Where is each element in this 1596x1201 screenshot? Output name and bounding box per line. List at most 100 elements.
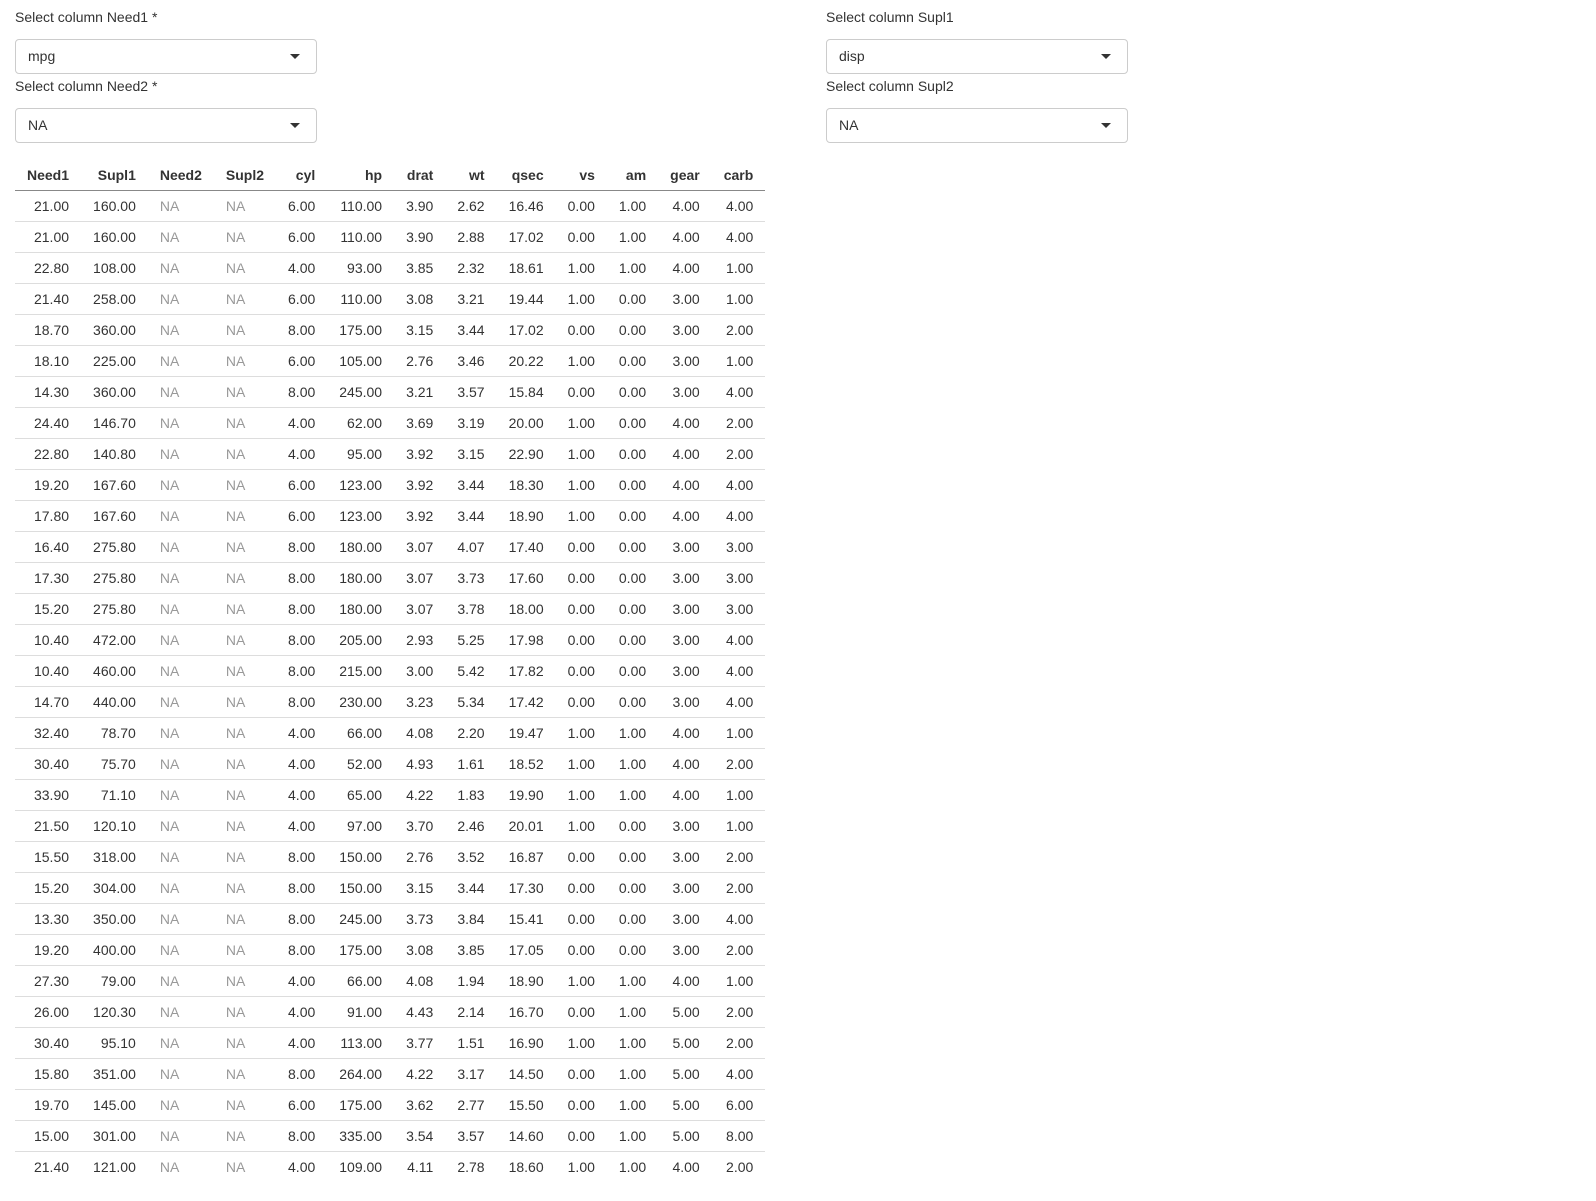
table-cell-wt: 3.44 xyxy=(445,500,497,532)
table-cell-hp: 335.00 xyxy=(327,1120,395,1152)
table-cell-cyl: 4.00 xyxy=(276,810,328,842)
table-cell-qsec: 18.61 xyxy=(496,252,556,284)
table-cell-vs: 0.00 xyxy=(555,593,607,625)
table-cell-need2: NA xyxy=(147,1058,214,1090)
table-cell-gear: 3.00 xyxy=(658,810,712,842)
table-cell-need1: 22.80 xyxy=(15,438,82,470)
table-cell-hp: 123.00 xyxy=(327,469,395,501)
table-cell-am: 0.00 xyxy=(606,903,659,935)
table-cell-gear: 3.00 xyxy=(658,593,712,625)
table-cell-hp: 205.00 xyxy=(327,624,395,656)
table-cell-gear: 3.00 xyxy=(658,283,712,315)
table-cell-need2: NA xyxy=(147,593,214,625)
table-cell-need2: NA xyxy=(147,810,214,842)
need1-select[interactable]: mpg xyxy=(15,39,317,74)
table-cell-wt: 3.15 xyxy=(445,438,497,470)
table-cell-supl1: 400.00 xyxy=(81,934,148,966)
table-cell-drat: 4.08 xyxy=(394,965,446,997)
table-cell-need1: 26.00 xyxy=(15,996,82,1028)
table-cell-carb: 1.00 xyxy=(711,965,766,997)
table-cell-wt: 3.19 xyxy=(445,407,497,439)
table-cell-carb: 3.00 xyxy=(711,562,766,594)
table-cell-carb: 4.00 xyxy=(711,624,766,656)
supl1-label: Select column Supl1 xyxy=(826,9,954,25)
table-cell-need2: NA xyxy=(147,345,214,377)
table-cell-carb: 1.00 xyxy=(711,779,766,811)
table-cell-supl1: 472.00 xyxy=(81,624,148,656)
table-cell-need1: 15.50 xyxy=(15,841,82,873)
table-cell-cyl: 6.00 xyxy=(276,500,328,532)
table-cell-carb: 2.00 xyxy=(711,996,766,1028)
table-cell-drat: 3.15 xyxy=(394,314,446,346)
table-cell-am: 1.00 xyxy=(606,717,659,749)
supl1-select[interactable]: disp xyxy=(826,39,1128,74)
table-cell-need1: 22.80 xyxy=(15,252,82,284)
table-cell-cyl: 8.00 xyxy=(276,872,328,904)
table-cell-supl2: NA xyxy=(213,407,277,439)
need2-select[interactable]: NA xyxy=(15,108,317,143)
table-cell-hp: 110.00 xyxy=(327,283,395,315)
table-cell-supl2: NA xyxy=(213,717,277,749)
column-header-need1: Need1 xyxy=(15,159,82,191)
table-cell-supl1: 360.00 xyxy=(81,376,148,408)
table-cell-gear: 3.00 xyxy=(658,376,712,408)
table-cell-supl2: NA xyxy=(213,190,277,222)
table-row: 22.80 108.00 NA NA 4.00 93.00 3.85 2.32 18.61 1.0… xyxy=(15,252,766,284)
table-cell-supl2: NA xyxy=(213,500,277,532)
table-cell-need1: 21.00 xyxy=(15,190,82,222)
table-cell-hp: 150.00 xyxy=(327,841,395,873)
table-cell-hp: 105.00 xyxy=(327,345,395,377)
table-cell-qsec: 22.90 xyxy=(496,438,556,470)
column-header-drat: drat xyxy=(394,159,446,191)
table-cell-supl1: 225.00 xyxy=(81,345,148,377)
table-cell-need2: NA xyxy=(147,438,214,470)
table-cell-wt: 2.77 xyxy=(445,1089,497,1121)
table-row: 15.20 275.80 NA NA 8.00 180.00 3.07 3.78 18.00 0.… xyxy=(15,593,766,625)
table-cell-supl1: 140.80 xyxy=(81,438,148,470)
table-cell-hp: 110.00 xyxy=(327,190,395,222)
table-cell-need2: NA xyxy=(147,841,214,873)
table-cell-supl1: 145.00 xyxy=(81,1089,148,1121)
table-row: 17.80 167.60 NA NA 6.00 123.00 3.92 3.44 18.90 1.… xyxy=(15,500,766,532)
table-cell-supl1: 351.00 xyxy=(81,1058,148,1090)
table-cell-gear: 5.00 xyxy=(658,1027,712,1059)
table-cell-need1: 17.80 xyxy=(15,500,82,532)
table-cell-carb: 2.00 xyxy=(711,934,766,966)
table-cell-cyl: 6.00 xyxy=(276,221,328,253)
supl2-select[interactable]: NA xyxy=(826,108,1128,143)
table-cell-supl2: NA xyxy=(213,438,277,470)
table-cell-gear: 4.00 xyxy=(658,717,712,749)
table-cell-gear: 3.00 xyxy=(658,872,712,904)
table-row: 30.40 75.70 NA NA 4.00 52.00 4.93 1.61 18.52 1.00… xyxy=(15,748,766,780)
table-cell-drat: 3.85 xyxy=(394,252,446,284)
table-cell-vs: 0.00 xyxy=(555,624,607,656)
table-cell-cyl: 8.00 xyxy=(276,624,328,656)
table-cell-supl1: 318.00 xyxy=(81,841,148,873)
table-cell-vs: 0.00 xyxy=(555,872,607,904)
table-row: 18.10 225.00 NA NA 6.00 105.00 2.76 3.46 20.22 1.… xyxy=(15,345,766,377)
table-cell-supl2: NA xyxy=(213,314,277,346)
table-cell-supl1: 275.80 xyxy=(81,562,148,594)
table-cell-carb: 1.00 xyxy=(711,252,766,284)
column-header-cyl: cyl xyxy=(276,159,328,191)
table-cell-cyl: 6.00 xyxy=(276,190,328,222)
data-table: Need1 Supl1 Need2 Supl2 cyl hp drat wt qsec vs am g… xyxy=(15,159,766,1182)
table-cell-supl1: 440.00 xyxy=(81,686,148,718)
table-cell-am: 1.00 xyxy=(606,965,659,997)
table-cell-supl1: 71.10 xyxy=(81,779,148,811)
chevron-down-icon xyxy=(290,123,300,128)
table-row: 15.00 301.00 NA NA 8.00 335.00 3.54 3.57 14.60 0.… xyxy=(15,1120,766,1152)
table-cell-need1: 18.10 xyxy=(15,345,82,377)
table-cell-am: 0.00 xyxy=(606,655,659,687)
table-cell-hp: 175.00 xyxy=(327,934,395,966)
table-cell-vs: 1.00 xyxy=(567,1159,595,1175)
table-row: 14.30 360.00 NA NA 8.00 245.00 3.21 3.57 15.84 0.… xyxy=(15,376,766,408)
table-cell-drat: 3.70 xyxy=(394,810,446,842)
column-header-carb: carb xyxy=(711,159,766,191)
table-cell-drat: 3.00 xyxy=(394,655,446,687)
table-cell-am: 1.00 xyxy=(606,996,659,1028)
table-row: 10.40 472.00 NA NA 8.00 205.00 2.93 5.25 17.98 0.… xyxy=(15,624,766,656)
table-cell-qsec: 18.90 xyxy=(496,500,556,532)
table-cell-carb: 4.00 xyxy=(711,655,766,687)
table-cell-supl2: NA xyxy=(213,934,277,966)
